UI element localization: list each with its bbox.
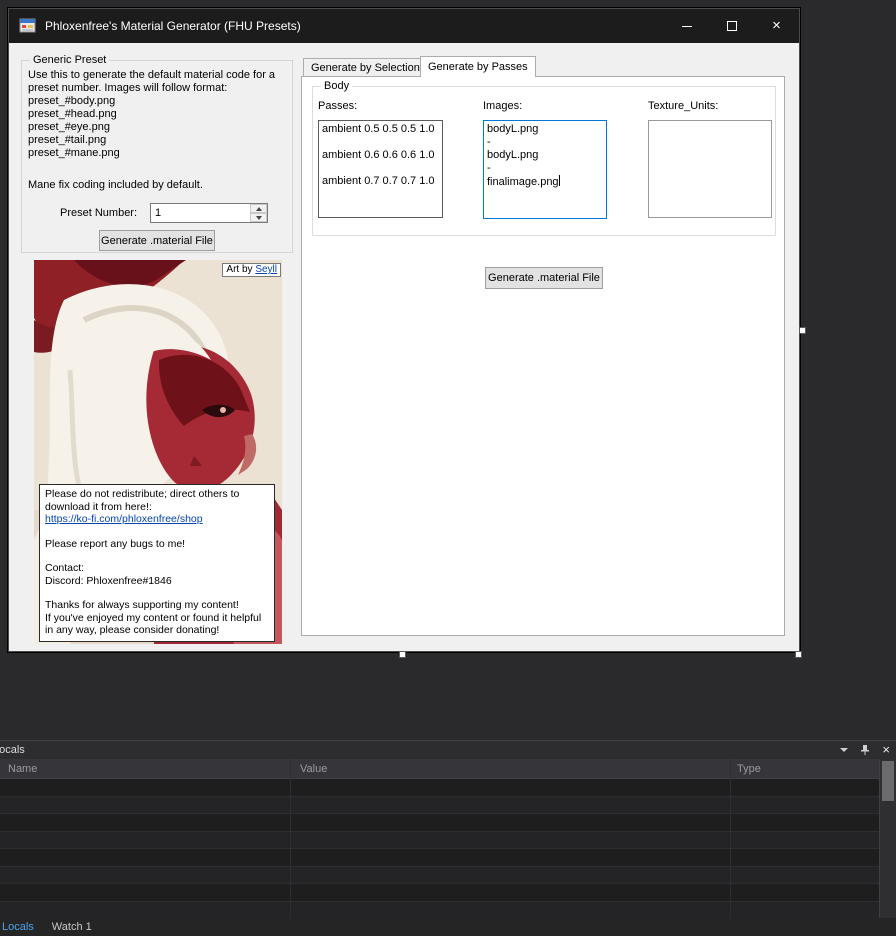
texture-units-label: Texture_Units: — [648, 100, 718, 112]
locals-row — [0, 814, 879, 832]
passes-textbox[interactable]: ambient 0.5 0.5 0.5 1.0 ambient 0.6 0.6 … — [318, 120, 443, 218]
auto-hide-pin-button[interactable] — [860, 744, 870, 756]
images-textbox[interactable]: bodyL.png - bodyL.png - finalimage.png — [483, 120, 607, 219]
passes-tab-page: Body Passes: Images: Texture_Units: ambi… — [301, 76, 785, 636]
passes-generate-button[interactable]: Generate .material File — [485, 267, 603, 289]
locals-row — [0, 884, 879, 902]
locals-row — [0, 797, 879, 815]
resize-handle-right[interactable] — [799, 327, 806, 334]
column-divider — [290, 759, 291, 918]
close-icon: × — [772, 21, 781, 31]
resize-handle-corner[interactable] — [795, 651, 802, 658]
form-client-area: Generic Preset Use this to generate the … — [9, 43, 799, 651]
window-title: Phloxenfree's Material Generator (FHU Pr… — [45, 19, 301, 33]
locals-row — [0, 902, 879, 919]
column-header-name[interactable]: Name — [8, 763, 37, 775]
mane-fix-note: Mane fix coding included by default. — [28, 179, 203, 191]
locals-scrollbar[interactable] — [879, 759, 896, 918]
bug-report-note: Please report any bugs to me! — [45, 538, 269, 551]
kofi-shop-link[interactable]: https://ko-fi.com/phloxenfree/shop — [45, 513, 269, 526]
locals-row — [0, 779, 879, 797]
locals-row — [0, 849, 879, 867]
tab-generate-by-selection[interactable]: Generate by Selection — [303, 58, 428, 76]
generic-generate-button[interactable]: Generate .material File — [99, 230, 215, 251]
material-generator-window: Phloxenfree's Material Generator (FHU Pr… — [8, 8, 800, 652]
resize-handle-bottom[interactable] — [399, 651, 406, 658]
locals-header[interactable]: Locals × — [0, 741, 896, 759]
images-text: bodyL.png - bodyL.png - finalimage.png — [487, 123, 559, 188]
designer-surface: Phloxenfree's Material Generator (FHU Pr… — [0, 0, 896, 936]
preset-number-stepper — [150, 203, 268, 223]
info-panel: Please do not redistribute; direct other… — [39, 484, 275, 642]
tab-control: Generate by Selection Generate by Passes… — [301, 56, 785, 636]
pin-icon — [860, 744, 870, 756]
locals-row — [0, 867, 879, 885]
window-controls: × — [664, 9, 799, 43]
images-label: Images: — [483, 100, 522, 112]
body-group: Body Passes: Images: Texture_Units: ambi… — [312, 86, 776, 236]
art-credit-prefix: Art by — [226, 264, 255, 275]
locals-row — [0, 832, 879, 850]
minimize-button[interactable] — [664, 9, 709, 43]
tab-watch-1[interactable]: Watch 1 — [43, 921, 101, 933]
maximize-button[interactable] — [709, 9, 754, 43]
texture-units-textbox[interactable] — [648, 120, 772, 218]
close-button[interactable]: × — [754, 9, 799, 43]
body-group-label: Body — [321, 80, 352, 92]
spin-down-button[interactable] — [250, 213, 267, 222]
contact-note: Contact: Discord: Phloxenfree#1846 — [45, 562, 269, 587]
thanks-note: Thanks for always supporting my content!… — [45, 599, 269, 637]
locals-close-button[interactable]: × — [882, 745, 890, 755]
locals-bottom-tabs: Locals Watch 1 — [0, 918, 896, 936]
preset-number-input[interactable] — [151, 204, 249, 222]
passes-text: ambient 0.5 0.5 0.5 1.0 ambient 0.6 0.6 … — [322, 123, 435, 187]
locals-panel: Locals × Name Value Type — [0, 740, 896, 936]
minimize-icon — [682, 26, 692, 27]
artwork-image: Art by Seyll Please do not redistribute;… — [34, 260, 282, 644]
column-divider — [730, 759, 731, 918]
art-credit: Art by Seyll — [222, 263, 281, 277]
redistribute-note: Please do not redistribute; direct other… — [45, 488, 269, 513]
column-header-value[interactable]: Value — [300, 763, 327, 775]
maximize-icon — [727, 21, 737, 31]
chevron-down-icon — [840, 748, 848, 752]
scrollbar-thumb[interactable] — [882, 761, 894, 801]
tab-strip: Generate by Selection Generate by Passes — [301, 56, 785, 76]
locals-column-headers: Name Value Type — [0, 759, 879, 779]
window-position-button[interactable] — [840, 748, 848, 752]
spin-down-icon — [256, 216, 262, 220]
column-header-type[interactable]: Type — [737, 763, 761, 775]
spin-up-icon — [256, 207, 262, 211]
spinner-buttons — [250, 204, 267, 222]
generic-preset-group-label: Generic Preset — [30, 54, 109, 66]
locals-panel-title: Locals — [0, 744, 25, 756]
titlebar[interactable]: Phloxenfree's Material Generator (FHU Pr… — [9, 9, 799, 43]
preset-number-label: Preset Number: — [60, 207, 137, 219]
tab-generate-by-passes[interactable]: Generate by Passes — [420, 56, 536, 77]
artist-link[interactable]: Seyll — [255, 264, 277, 275]
locals-grid — [0, 779, 879, 918]
tab-locals[interactable]: Locals — [0, 921, 43, 933]
app-icon — [19, 18, 37, 34]
preset-description: Use this to generate the default materia… — [28, 69, 275, 160]
text-caret — [559, 175, 560, 186]
passes-label: Passes: — [318, 100, 357, 112]
locals-header-icons: × — [840, 741, 890, 759]
spin-up-button[interactable] — [250, 204, 267, 213]
generic-preset-group: Generic Preset Use this to generate the … — [21, 60, 293, 253]
